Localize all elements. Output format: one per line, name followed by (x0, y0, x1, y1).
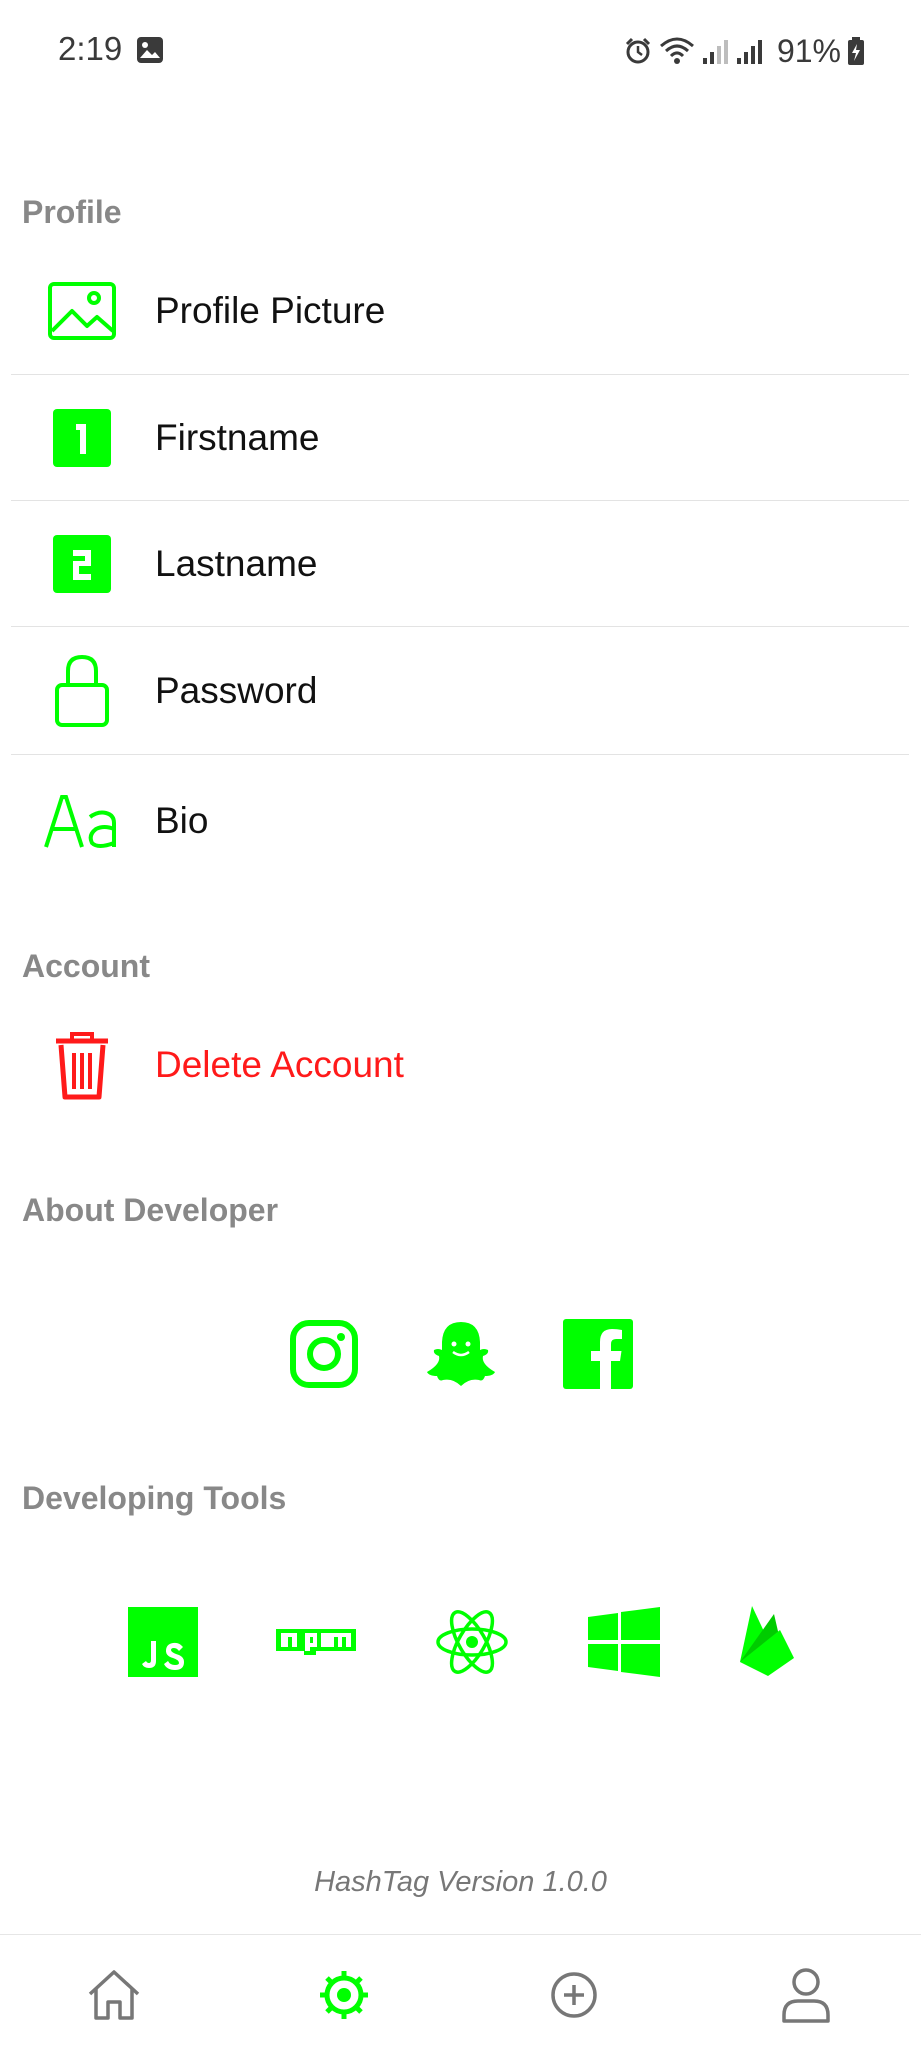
snapchat-icon[interactable] (423, 1318, 499, 1390)
bio-row[interactable]: Bio (11, 756, 909, 886)
wifi-icon (659, 37, 694, 64)
lock-icon (55, 654, 109, 727)
javascript-icon (127, 1607, 198, 1677)
alarm-icon (625, 37, 651, 64)
section-title-about-developer: About Developer (22, 1192, 279, 1228)
user-icon (782, 1968, 830, 2023)
battery-percentage: 91% (776, 32, 841, 69)
delete-account-row[interactable]: Delete Account (11, 1000, 909, 1130)
lastname-label: Lastname (155, 543, 318, 584)
text-font-icon (44, 795, 116, 848)
number-two-icon (53, 535, 111, 593)
react-icon (435, 1610, 508, 1674)
nav-home[interactable] (84, 1965, 144, 2025)
bio-label: Bio (155, 800, 209, 841)
nav-profile[interactable] (776, 1965, 836, 2025)
section-title-developing-tools: Developing Tools (22, 1480, 287, 1516)
section-title-profile: Profile (22, 194, 122, 230)
nav-settings[interactable] (314, 1965, 374, 2025)
bottom-navigation (0, 1934, 921, 2049)
delete-account-label: Delete Account (155, 1044, 404, 1085)
status-time: 2:19 (58, 30, 123, 67)
firebase-icon (739, 1606, 794, 1676)
signal-icon-1 (702, 40, 728, 64)
section-title-account: Account (22, 948, 150, 984)
facebook-icon[interactable] (562, 1319, 633, 1389)
battery-charging-icon (848, 37, 864, 65)
npm-icon (275, 1629, 356, 1655)
windows-icon (587, 1607, 660, 1677)
home-icon (88, 1970, 140, 2020)
trash-icon (56, 1032, 108, 1100)
settings-gear-icon (320, 1971, 368, 2019)
lastname-row[interactable]: Lastname (11, 502, 909, 627)
status-icons: 91% (623, 28, 865, 74)
profile-picture-label: Profile Picture (155, 290, 386, 331)
profile-picture-row[interactable]: Profile Picture (11, 248, 909, 375)
social-links (0, 1316, 921, 1392)
add-circle-icon (551, 1972, 597, 2018)
password-label: Password (155, 670, 318, 711)
gallery-notification-icon (137, 37, 163, 63)
firstname-row[interactable]: Firstname (11, 376, 909, 501)
instagram-icon[interactable] (289, 1319, 359, 1389)
image-icon (48, 282, 116, 340)
number-one-icon (53, 409, 111, 467)
status-bar: 2:19 91% (0, 0, 921, 104)
app-version: HashTag Version 1.0.0 (314, 1866, 607, 1898)
firstname-label: Firstname (155, 417, 320, 458)
signal-icon-2 (736, 40, 762, 64)
password-row[interactable]: Password (11, 628, 909, 755)
nav-add[interactable] (544, 1965, 604, 2025)
tool-icons (0, 1604, 921, 1680)
